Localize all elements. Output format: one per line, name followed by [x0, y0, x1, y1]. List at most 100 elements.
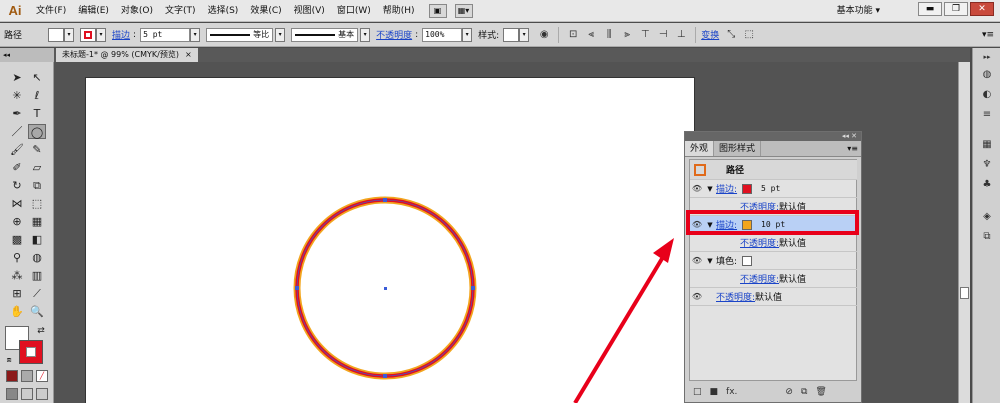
- scrollbar-thumb[interactable]: [960, 287, 969, 299]
- dock-collapse-icon[interactable]: ▸▸: [979, 50, 995, 64]
- mesh-tool-icon[interactable]: ▩: [8, 232, 26, 247]
- width-tool-icon[interactable]: ⋈: [8, 196, 26, 211]
- brush-dropdown[interactable]: ▾: [360, 27, 371, 42]
- menu-edit[interactable]: 编辑(E): [72, 0, 115, 22]
- line-tool-icon[interactable]: ／: [8, 124, 26, 139]
- shape-builder-tool-icon[interactable]: ⊕: [8, 214, 26, 229]
- artboard[interactable]: [85, 77, 695, 403]
- stroke-link[interactable]: 描边: [112, 28, 130, 41]
- free-transform-tool-icon[interactable]: ⬚: [28, 196, 46, 211]
- restore-button[interactable]: ❐: [944, 2, 968, 16]
- lasso-tool-icon[interactable]: ℓ: [28, 88, 46, 103]
- menu-file[interactable]: 文件(F): [30, 0, 72, 22]
- visibility-eye-icon[interactable]: 👁: [690, 184, 704, 193]
- duplicate-item-icon[interactable]: ⧉: [801, 387, 807, 397]
- align-middle-icon[interactable]: ⊣: [656, 28, 670, 42]
- opacity-row-2[interactable]: 不透明度: 默认值: [690, 234, 857, 252]
- paintbrush-tool-icon[interactable]: 🖌: [8, 142, 26, 157]
- none-mode-icon[interactable]: ╱: [36, 370, 48, 382]
- opacity-dropdown[interactable]: ▾: [462, 27, 473, 42]
- stroke-weight-dropdown[interactable]: ▾: [190, 27, 201, 42]
- graphic-style-swatch[interactable]: [503, 27, 520, 42]
- opacity-row-2-link[interactable]: 不透明度:: [740, 236, 779, 249]
- scale-tool-icon[interactable]: ⧉: [28, 178, 46, 193]
- pencil-tool-icon[interactable]: ✎: [28, 142, 46, 157]
- stroke-row-1[interactable]: 👁 ▼ 描边: 5 pt: [690, 180, 857, 198]
- ellipse-tool-icon[interactable]: ◯: [28, 124, 46, 139]
- tools-panel-grip[interactable]: ◂◂: [0, 48, 54, 62]
- menu-object[interactable]: 对象(O): [115, 0, 159, 22]
- eraser-tool-icon[interactable]: ▱: [28, 160, 46, 175]
- draw-normal-icon[interactable]: [6, 388, 18, 400]
- isolate-icon[interactable]: ⤡: [724, 28, 738, 42]
- color-mode-icon[interactable]: [6, 370, 18, 382]
- stroke-row-1-color[interactable]: [742, 183, 753, 194]
- rotate-tool-icon[interactable]: ↻: [8, 178, 26, 193]
- panel-grip[interactable]: ◂◂ ✕: [685, 132, 861, 141]
- align-left-icon[interactable]: ⫷: [584, 28, 598, 42]
- add-fill-icon[interactable]: ■: [710, 387, 719, 397]
- opacity-row-3-link[interactable]: 不透明度:: [740, 272, 779, 285]
- artboard-tool-icon[interactable]: ⊞: [8, 286, 26, 301]
- menu-effect[interactable]: 效果(C): [244, 0, 287, 22]
- appearance-header-row[interactable]: 路径: [690, 160, 857, 180]
- blend-tool-icon[interactable]: ◍: [28, 250, 46, 265]
- default-fill-stroke-icon[interactable]: ⧈: [0, 352, 18, 367]
- menu-view[interactable]: 视图(V): [288, 0, 331, 22]
- fill-row[interactable]: 👁 ▼ 填色:: [690, 252, 857, 270]
- delete-item-icon[interactable]: 🗑: [815, 387, 826, 397]
- align-right-icon[interactable]: ⫸: [620, 28, 634, 42]
- layers-panel-icon[interactable]: ◈: [979, 210, 995, 224]
- bridge-icon[interactable]: ▣: [428, 3, 447, 18]
- direct-selection-tool-icon[interactable]: ↖: [28, 70, 46, 85]
- color-panel-icon[interactable]: ◍: [979, 68, 995, 82]
- stroke-row-1-link[interactable]: 描边:: [716, 182, 737, 195]
- perspective-grid-tool-icon[interactable]: ▦: [28, 214, 46, 229]
- swap-fill-stroke-icon[interactable]: ⇄: [32, 324, 50, 339]
- fill-dropdown[interactable]: ▾: [64, 27, 75, 42]
- align-bottom-icon[interactable]: ⊥: [674, 28, 688, 42]
- profile-dropdown[interactable]: ▾: [275, 27, 286, 42]
- stroke-swatch[interactable]: [80, 27, 97, 42]
- fill-swatch[interactable]: [48, 27, 65, 42]
- close-tab-icon[interactable]: ×: [185, 50, 192, 59]
- document-tab[interactable]: 未标题-1* @ 99% (CMYK/预览) ×: [56, 48, 198, 62]
- panel-menu-icon[interactable]: ▾≡: [847, 141, 858, 157]
- close-button[interactable]: ✕: [970, 2, 994, 16]
- opacity-row-3[interactable]: 不透明度: 默认值: [690, 270, 857, 288]
- color-guide-icon[interactable]: ◐: [979, 88, 995, 102]
- tab-graphic-styles[interactable]: 图形样式: [714, 141, 762, 156]
- stroke-color-box[interactable]: [19, 340, 43, 364]
- eyedropper-tool-icon[interactable]: ⚲: [8, 250, 26, 265]
- arrange-documents-icon[interactable]: ▦▾: [454, 3, 473, 18]
- hand-tool-icon[interactable]: ✋: [8, 304, 26, 319]
- gradient-mode-icon[interactable]: [21, 370, 33, 382]
- add-stroke-icon[interactable]: □: [693, 387, 702, 397]
- align-top-icon[interactable]: ⊤: [638, 28, 652, 42]
- brushes-panel-icon[interactable]: ♆: [979, 158, 995, 172]
- artboards-panel-icon[interactable]: ⧉: [979, 230, 995, 244]
- menu-select[interactable]: 选择(S): [202, 0, 245, 22]
- clear-appearance-icon[interactable]: ⊘: [785, 387, 793, 397]
- menu-type[interactable]: 文字(T): [159, 0, 202, 22]
- minimize-button[interactable]: ▬: [918, 2, 942, 16]
- brush-definition[interactable]: 基本: [291, 27, 359, 42]
- gradient-tool-icon[interactable]: ◧: [28, 232, 46, 247]
- opacity-field[interactable]: 100%: [422, 27, 463, 42]
- align-to-icon[interactable]: ⊡: [566, 28, 580, 42]
- recolor-icon[interactable]: ◉: [537, 28, 551, 42]
- type-tool-icon[interactable]: T: [28, 106, 46, 121]
- expand-triangle-icon[interactable]: ▼: [704, 185, 716, 193]
- visibility-eye-icon[interactable]: 👁: [690, 292, 704, 301]
- opacity-row-4-link[interactable]: 不透明度:: [716, 290, 755, 303]
- magic-wand-tool-icon[interactable]: ✳: [8, 88, 26, 103]
- fill-row-color[interactable]: [742, 255, 753, 266]
- select-similar-icon[interactable]: ⬚: [742, 28, 756, 42]
- swatches-panel-icon[interactable]: ▦: [979, 138, 995, 152]
- stroke-weight-field[interactable]: 5 pt: [140, 27, 191, 42]
- symbols-panel-icon[interactable]: ♣: [979, 178, 995, 192]
- stroke-dropdown[interactable]: ▾: [96, 27, 107, 42]
- variable-width-profile[interactable]: 等比: [206, 27, 274, 42]
- selection-tool-icon[interactable]: ➤: [8, 70, 26, 85]
- graphic-style-dropdown[interactable]: ▾: [519, 27, 530, 42]
